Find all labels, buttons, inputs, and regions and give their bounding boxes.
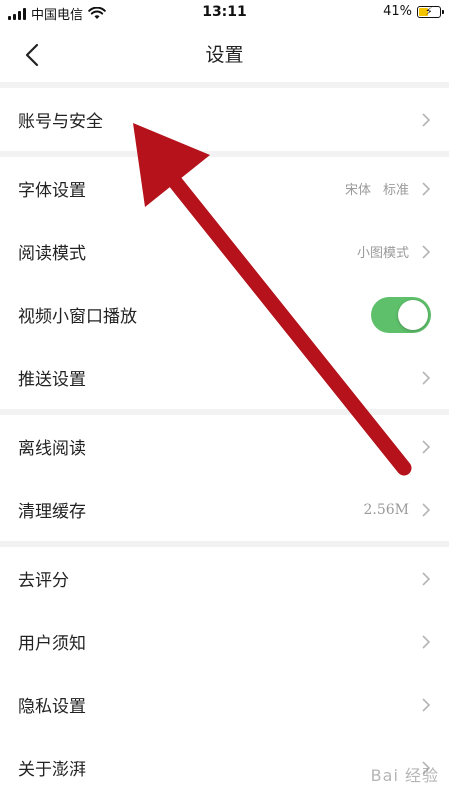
row-video-pip: 视频小窗口播放 [0,283,449,346]
row-label: 隐私设置 [18,697,86,717]
row-user-terms[interactable]: 用户须知 [0,610,449,673]
row-label: 去评分 [18,571,69,591]
row-label: 清理缓存 [18,502,86,522]
status-bar: 中国电信 13:11 41% ⚡ [0,0,449,26]
chevron-right-icon [422,370,431,385]
toggle-knob [398,299,428,330]
row-rate-app[interactable]: 去评分 [0,547,449,610]
font-size-value: 标准 [382,183,409,198]
row-font-settings[interactable]: 字体设置 宋体 标准 [0,157,449,220]
nav-bar: 设置 [0,26,449,82]
row-label: 视频小窗口播放 [18,307,137,327]
row-push-settings[interactable]: 推送设置 [0,346,449,409]
row-label: 关于澎湃 [18,760,86,780]
font-family-value: 宋体 [344,183,371,198]
chevron-right-icon [422,571,431,586]
row-label: 字体设置 [18,181,86,201]
settings-list: 账号与安全 字体设置 宋体 标准 阅读模式 小图模式 视频小窗口播放 推送设置 … [0,82,449,799]
chevron-right-icon [422,181,431,196]
battery-percent: 41% [383,4,412,19]
battery-icon: ⚡ [417,5,444,18]
row-label: 用户须知 [18,634,86,654]
row-offline-reading[interactable]: 离线阅读 [0,415,449,478]
chevron-right-icon [422,244,431,259]
row-label: 推送设置 [18,370,86,390]
watermark-logo: Bai 经验 [370,766,439,785]
row-privacy-settings[interactable]: 隐私设置 [0,673,449,736]
chevron-right-icon [422,502,431,517]
status-right: 41% ⚡ [383,4,444,19]
video-pip-toggle[interactable] [371,296,431,333]
chevron-right-icon [422,439,431,454]
page-title: 设置 [205,44,244,66]
row-label: 阅读模式 [18,244,86,264]
chevron-right-icon [422,697,431,712]
cache-size-value: 2.56M [363,501,409,518]
reading-mode-value: 小图模式 [356,246,409,261]
row-account-security[interactable]: 账号与安全 [0,88,449,151]
clock: 13:11 [202,4,247,20]
row-label: 离线阅读 [18,439,86,459]
chevron-right-icon [422,112,431,127]
row-clear-cache[interactable]: 清理缓存 2.56M [0,478,449,541]
row-label: 账号与安全 [18,112,103,132]
chevron-right-icon [422,634,431,649]
row-reading-mode[interactable]: 阅读模式 小图模式 [0,220,449,283]
